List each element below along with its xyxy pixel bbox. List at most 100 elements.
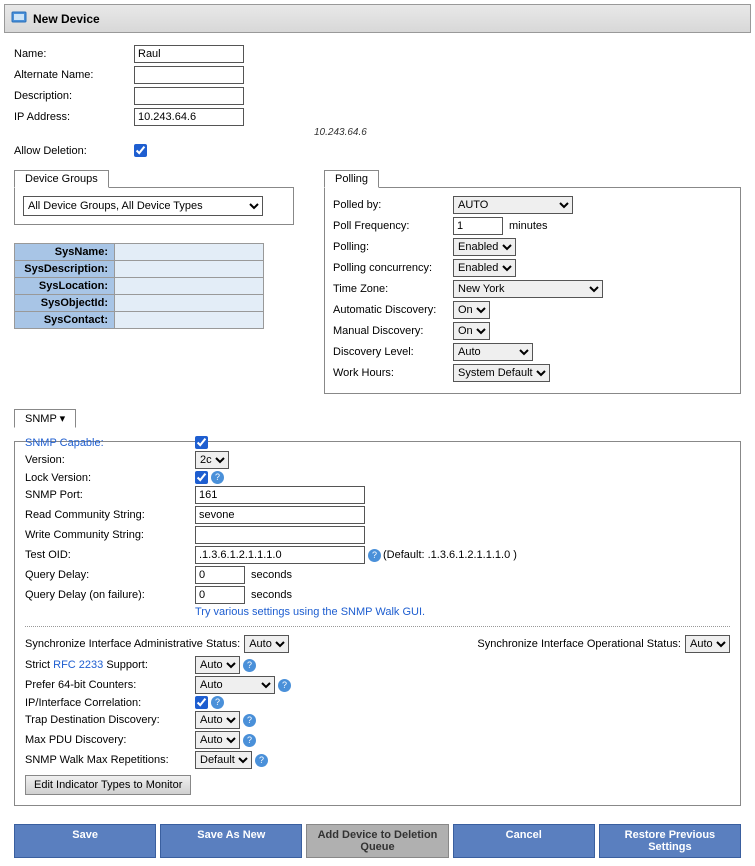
tab-snmp[interactable]: SNMP ▾	[14, 409, 76, 428]
write-comm-label: Write Community String:	[25, 529, 195, 541]
query-delayf-label: Query Delay (on failure):	[25, 589, 195, 601]
disc-level-label: Discovery Level:	[333, 346, 453, 358]
work-hours-select[interactable]: System Default	[453, 364, 550, 382]
write-comm-input[interactable]	[195, 526, 365, 544]
rfc-label: Strict RFC 2233 Support:	[25, 659, 195, 671]
maxrep-label: SNMP Walk Max Repetitions:	[25, 754, 195, 766]
test-oid-input[interactable]	[195, 546, 365, 564]
ipcorr-checkbox[interactable]	[195, 696, 208, 709]
save-button[interactable]: Save	[14, 824, 156, 858]
p64-select[interactable]: Auto	[195, 676, 275, 694]
sysdesc-value	[115, 261, 264, 278]
help-icon[interactable]: ?	[243, 734, 256, 747]
query-delay-input[interactable]	[195, 566, 245, 584]
help-icon[interactable]: ?	[278, 679, 291, 692]
save-as-new-button[interactable]: Save As New	[160, 824, 302, 858]
tab-device-groups[interactable]: Device Groups	[14, 170, 109, 188]
rfc-link[interactable]: RFC 2233	[53, 659, 103, 671]
sysname-value	[115, 244, 264, 261]
snmp-lock-checkbox[interactable]	[195, 471, 208, 484]
pdu-label: Max PDU Discovery:	[25, 734, 195, 746]
auto-disc-select[interactable]: On	[453, 301, 490, 319]
help-icon[interactable]: ?	[243, 714, 256, 727]
snmp-lock-label: Lock Version:	[25, 472, 195, 484]
sysname-label: SysName:	[15, 244, 115, 261]
trap-select[interactable]: Auto	[195, 711, 240, 729]
allow-deletion-checkbox[interactable]	[134, 144, 147, 157]
polled-by-select[interactable]: AUTO	[453, 196, 573, 214]
trap-label: Trap Destination Discovery:	[25, 714, 195, 726]
snmp-panel: SNMP Capable: Version:2c Lock Version:? …	[14, 441, 741, 806]
timezone-label: Time Zone:	[333, 283, 453, 295]
query-delay-label: Query Delay:	[25, 569, 195, 581]
title-bar: New Device	[4, 4, 751, 33]
cancel-button[interactable]: Cancel	[453, 824, 595, 858]
button-bar: Save Save As New Add Device to Deletion …	[14, 824, 741, 858]
query-delayf-unit: seconds	[251, 589, 292, 601]
polling-panel: Polling Polled by:AUTO Poll Frequency:mi…	[324, 169, 741, 394]
snmp-port-label: SNMP Port:	[25, 489, 195, 501]
restore-button[interactable]: Restore Previous Settings	[599, 824, 741, 858]
sysobj-value	[115, 295, 264, 312]
oid-default-text: (Default: .1.3.6.1.2.1.1.1.0 )	[383, 549, 517, 561]
manual-disc-select[interactable]: On	[453, 322, 490, 340]
name-label: Name:	[14, 48, 134, 60]
query-delay-unit: seconds	[251, 569, 292, 581]
polling-on-select[interactable]: Enabled	[453, 238, 516, 256]
syscontact-value	[115, 312, 264, 329]
description-label: Description:	[14, 90, 134, 102]
altname-label: Alternate Name:	[14, 69, 134, 81]
snmp-version-select[interactable]: 2c	[195, 451, 229, 469]
polling-on-label: Polling:	[333, 241, 453, 253]
read-comm-input[interactable]	[195, 506, 365, 524]
tab-polling[interactable]: Polling	[324, 170, 379, 188]
sync-oper-select[interactable]: Auto	[685, 635, 730, 653]
snmp-port-input[interactable]	[195, 486, 365, 504]
snmp-capable-checkbox[interactable]	[195, 436, 208, 449]
polled-by-label: Polled by:	[333, 199, 453, 211]
help-icon[interactable]: ?	[368, 549, 381, 562]
maxrep-select[interactable]: Default	[195, 751, 252, 769]
rfc-select[interactable]: Auto	[195, 656, 240, 674]
p64-label: Prefer 64-bit Counters:	[25, 679, 195, 691]
device-groups-select[interactable]: All Device Groups, All Device Types	[23, 196, 263, 216]
sync-admin-select[interactable]: Auto	[244, 635, 289, 653]
ip-input[interactable]	[134, 108, 244, 126]
auto-disc-label: Automatic Discovery:	[333, 304, 453, 316]
poll-freq-label: Poll Frequency:	[333, 220, 453, 232]
description-input[interactable]	[134, 87, 244, 105]
ipcorr-label: IP/Interface Correlation:	[25, 697, 195, 709]
ip-label: IP Address:	[14, 111, 134, 123]
syscontact-label: SysContact:	[15, 312, 115, 329]
help-icon[interactable]: ?	[255, 754, 268, 767]
disc-level-select[interactable]: Auto	[453, 343, 533, 361]
help-icon[interactable]: ?	[243, 659, 256, 672]
window-title: New Device	[33, 12, 100, 26]
altname-input[interactable]	[134, 66, 244, 84]
snmp-walk-link[interactable]: Try various settings using the SNMP Walk…	[195, 606, 425, 618]
sysloc-value	[115, 278, 264, 295]
timezone-select[interactable]: New York	[453, 280, 603, 298]
query-delayf-input[interactable]	[195, 586, 245, 604]
sysloc-label: SysLocation:	[15, 278, 115, 295]
chevron-down-icon: ▾	[60, 413, 66, 425]
help-icon[interactable]: ?	[211, 696, 224, 709]
name-input[interactable]	[134, 45, 244, 63]
add-deletion-queue-button[interactable]: Add Device to Deletion Queue	[306, 824, 448, 858]
sys-table: SysName: SysDescription: SysLocation: Sy…	[14, 243, 264, 329]
work-hours-label: Work Hours:	[333, 367, 453, 379]
polling-conc-select[interactable]: Enabled	[453, 259, 516, 277]
manual-disc-label: Manual Discovery:	[333, 325, 453, 337]
poll-freq-input[interactable]	[453, 217, 503, 235]
edit-indicators-button[interactable]: Edit Indicator Types to Monitor	[25, 775, 191, 795]
polling-conc-label: Polling concurrency:	[333, 262, 453, 274]
sysdesc-label: SysDescription:	[15, 261, 115, 278]
help-icon[interactable]: ?	[211, 471, 224, 484]
pdu-select[interactable]: Auto	[195, 731, 240, 749]
ip-hint: 10.243.64.6	[314, 127, 741, 138]
device-groups-panel: Device Groups All Device Groups, All Dev…	[14, 169, 294, 225]
snmp-version-label: Version:	[25, 454, 195, 466]
read-comm-label: Read Community String:	[25, 509, 195, 521]
allow-deletion-label: Allow Deletion:	[14, 145, 134, 157]
sysobj-label: SysObjectId:	[15, 295, 115, 312]
